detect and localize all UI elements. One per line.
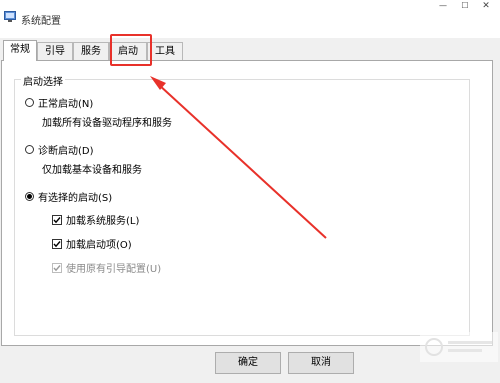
- load-system-services-checkbox[interactable]: 加载系统服务(L): [52, 212, 139, 227]
- tab-general[interactable]: 常规: [3, 40, 37, 61]
- tab-strip: 常规 引导 服务 启动 工具: [0, 40, 500, 61]
- checkmark-icon: [53, 264, 61, 271]
- diagnostic-startup-radio[interactable]: 诊断启动(D): [25, 142, 94, 157]
- system-config-icon: [4, 11, 16, 22]
- group-legend: 启动选择: [21, 73, 65, 88]
- tab-services[interactable]: 服务: [73, 42, 109, 60]
- diagnostic-startup-description: 仅加载基本设备和服务: [42, 165, 142, 176]
- radio-button[interactable]: [25, 98, 34, 107]
- checkbox[interactable]: [52, 214, 62, 225]
- use-original-boot-config-checkbox: 使用原有引导配置(U): [52, 260, 161, 275]
- use-original-boot-config-label: 使用原有引导配置(U): [66, 264, 162, 275]
- radio-button[interactable]: [25, 145, 34, 154]
- load-system-services-label: 加载系统服务(L): [66, 216, 140, 227]
- diagnostic-startup-label: 诊断启动(D): [38, 146, 94, 157]
- ok-button[interactable]: 确定: [215, 352, 281, 374]
- window-title: 系统配置: [21, 16, 61, 27]
- radio-button-selected[interactable]: [25, 192, 34, 201]
- general-tab-panel: 启动选择 正常启动(N) 加载所有设备驱动程序和服务 诊断启动(D) 仅加载基本…: [1, 60, 493, 346]
- checkbox-disabled: [52, 262, 62, 273]
- tab-startup[interactable]: 启动: [109, 42, 147, 60]
- selective-startup-radio[interactable]: 有选择的启动(S): [25, 189, 112, 204]
- tab-boot[interactable]: 引导: [37, 42, 73, 60]
- watermark-graphic: [420, 332, 498, 362]
- checkmark-icon: [53, 216, 61, 223]
- title-bar: 系统配置 — ☐ ✕: [0, 0, 500, 38]
- tab-tools[interactable]: 工具: [147, 42, 183, 60]
- load-startup-items-label: 加载启动项(O): [66, 240, 132, 251]
- cancel-button[interactable]: 取消: [288, 352, 354, 374]
- normal-startup-radio[interactable]: 正常启动(N): [25, 95, 93, 110]
- checkmark-icon: [53, 240, 61, 247]
- minimize-icon[interactable]: —: [433, 0, 453, 12]
- startup-selection-group: 启动选择 正常启动(N) 加载所有设备驱动程序和服务 诊断启动(D) 仅加载基本…: [14, 73, 470, 336]
- normal-startup-label: 正常启动(N): [38, 99, 94, 110]
- close-icon[interactable]: ✕: [476, 0, 496, 12]
- load-startup-items-checkbox[interactable]: 加载启动项(O): [52, 236, 132, 251]
- maximize-icon[interactable]: ☐: [455, 0, 475, 12]
- normal-startup-description: 加载所有设备驱动程序和服务: [42, 118, 172, 129]
- selective-startup-label: 有选择的启动(S): [38, 193, 113, 204]
- checkbox[interactable]: [52, 238, 62, 249]
